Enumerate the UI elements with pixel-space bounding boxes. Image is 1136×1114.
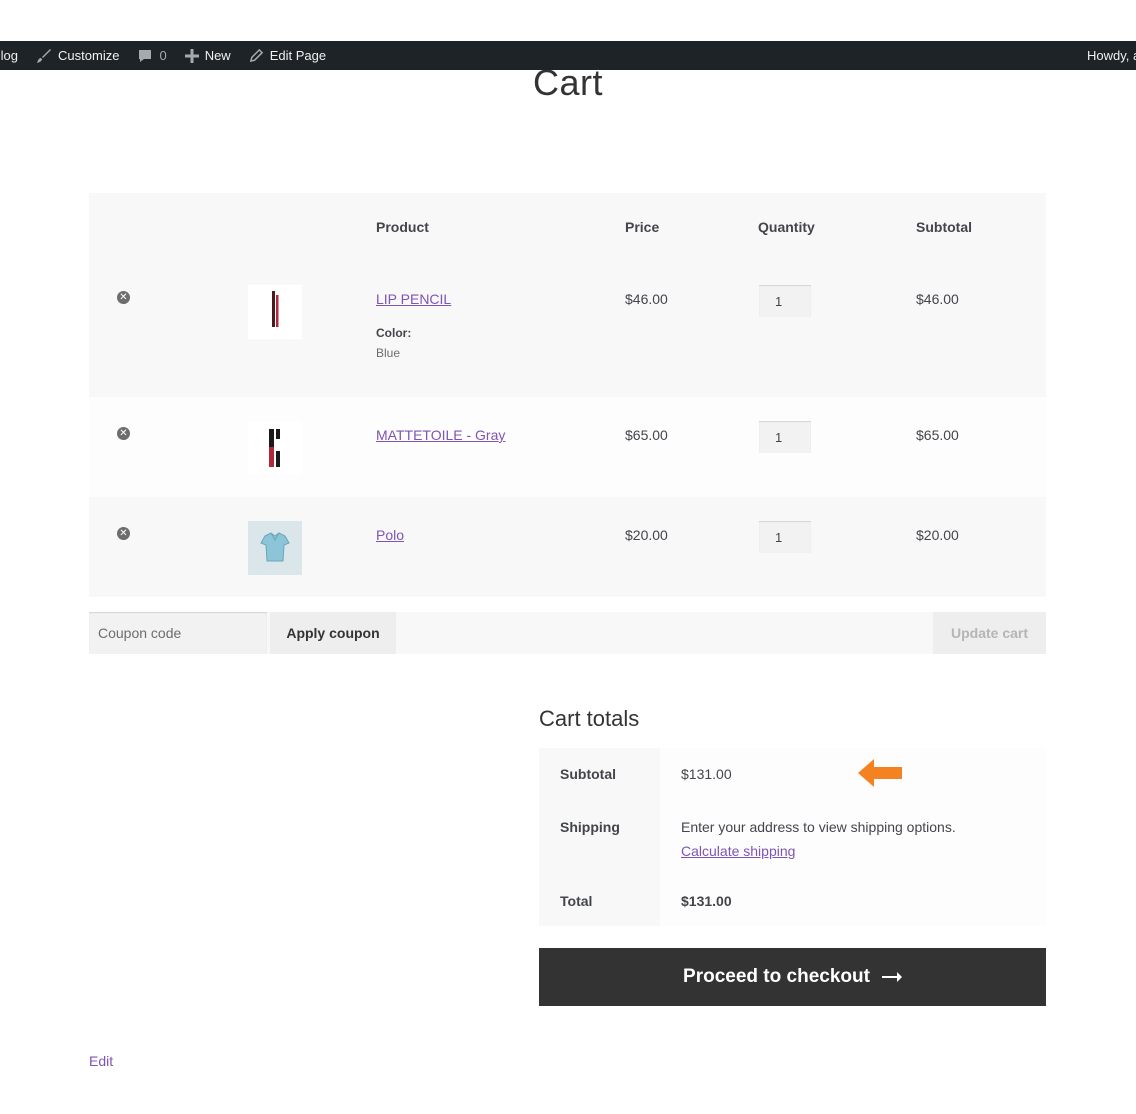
admin-bar: Blog Customize 0 New Edit: [0, 41, 1136, 70]
cart-item-name-link[interactable]: LIP PENCIL: [376, 291, 451, 307]
cart-actions: Coupon code Apply coupon Update cart: [89, 612, 1046, 654]
cart-item-row: ✕ LIP PENCIL Color: Blue $46.00 1 $46.00: [89, 261, 1046, 397]
update-cart-button[interactable]: Update cart: [933, 612, 1046, 654]
checkout-label: Proceed to checkout: [683, 966, 870, 987]
cart-totals-table: Subtotal $131.00 Shipping Enter your add…: [539, 748, 1046, 926]
cart-table-header: Product Price Quantity Subtotal: [89, 193, 1046, 261]
remove-item-icon[interactable]: ✕: [117, 527, 130, 540]
quantity-input[interactable]: 1: [759, 521, 811, 553]
quantity-input[interactable]: 1: [759, 285, 811, 317]
admin-bar-new-label: New: [204, 48, 231, 63]
shipping-note: Enter your address to view shipping opti…: [681, 819, 956, 835]
variation-value: Blue: [376, 346, 401, 360]
comments-count: 0: [159, 48, 167, 63]
arrow-right-icon: [881, 972, 902, 982]
shipping-label: Shipping: [539, 799, 660, 875]
admin-bar-new[interactable]: New: [184, 48, 231, 63]
cart-item-row: ✕ Polo $20.00 1 $20.00: [89, 497, 1046, 597]
pencil-icon: [249, 48, 263, 63]
edit-page-link[interactable]: Edit: [89, 1053, 113, 1069]
comment-icon: [139, 49, 152, 62]
total-value: $131.00: [660, 875, 1046, 926]
variation-key: Color:: [376, 326, 412, 340]
header-quantity: Quantity: [758, 219, 815, 235]
total-label: Total: [539, 875, 660, 926]
cart-item-price: $65.00: [625, 427, 668, 443]
cart-item-variation: Color: Blue: [376, 326, 411, 360]
header-subtotal: Subtotal: [916, 219, 972, 235]
cart-item-row: ✕ MATTETOILE - Gray $65.00 1 $65.00: [89, 397, 1046, 497]
totals-shipping-row: Shipping Enter your address to view ship…: [539, 799, 1046, 875]
remove-item-icon[interactable]: ✕: [117, 291, 130, 304]
subtotal-label: Subtotal: [539, 748, 660, 799]
subtotal-cell: $131.00: [660, 748, 1046, 799]
plus-icon: [184, 48, 199, 63]
admin-bar-site[interactable]: Blog: [0, 48, 18, 63]
cart-item-price: $20.00: [625, 527, 668, 543]
header-price: Price: [625, 219, 660, 235]
admin-bar-customize-label: Customize: [58, 48, 120, 63]
header-product: Product: [376, 219, 429, 235]
cart-item-name-link[interactable]: MATTETOILE - Gray: [376, 427, 505, 443]
shipping-cell: Enter your address to view shipping opti…: [660, 799, 1046, 875]
lip-pencil-image[interactable]: [248, 285, 302, 339]
coupon-code-input[interactable]: Coupon code: [89, 612, 267, 654]
admin-bar-comments[interactable]: 0: [137, 48, 167, 64]
totals-subtotal-row: Subtotal $131.00: [539, 748, 1046, 799]
cart-item-subtotal: $46.00: [916, 291, 959, 307]
cart-item-subtotal: $20.00: [916, 527, 959, 543]
admin-bar-site-label: Blog: [0, 48, 19, 63]
cart-totals-title: Cart totals: [539, 706, 640, 731]
totals-total-row: Total $131.00: [539, 875, 1046, 926]
cart-table: Product Price Quantity Subtotal ✕ LIP PE…: [89, 193, 1046, 597]
calculate-shipping-link[interactable]: Calculate shipping: [681, 843, 1046, 859]
annotation-arrow-icon: [858, 759, 902, 787]
paintbrush-icon: [37, 48, 52, 63]
admin-bar-customize[interactable]: Customize: [36, 48, 119, 64]
quantity-input[interactable]: 1: [759, 421, 811, 453]
admin-bar-edit-page[interactable]: Edit Page: [249, 48, 326, 63]
apply-coupon-button[interactable]: Apply coupon: [270, 612, 396, 654]
admin-bar-edit-page-label: Edit Page: [269, 48, 327, 63]
admin-bar-account[interactable]: Howdy, ad: [1087, 48, 1136, 63]
cart-item-subtotal: $65.00: [916, 427, 959, 443]
mattetoile-image[interactable]: [248, 421, 302, 475]
subtotal-value: $131.00: [681, 766, 732, 782]
remove-item-icon[interactable]: ✕: [117, 427, 130, 440]
polo-shirt-image[interactable]: [248, 521, 302, 575]
cart-item-name-link[interactable]: Polo: [376, 527, 404, 543]
cart-item-price: $46.00: [625, 291, 668, 307]
proceed-to-checkout-button[interactable]: Proceed to checkout: [539, 948, 1046, 1006]
